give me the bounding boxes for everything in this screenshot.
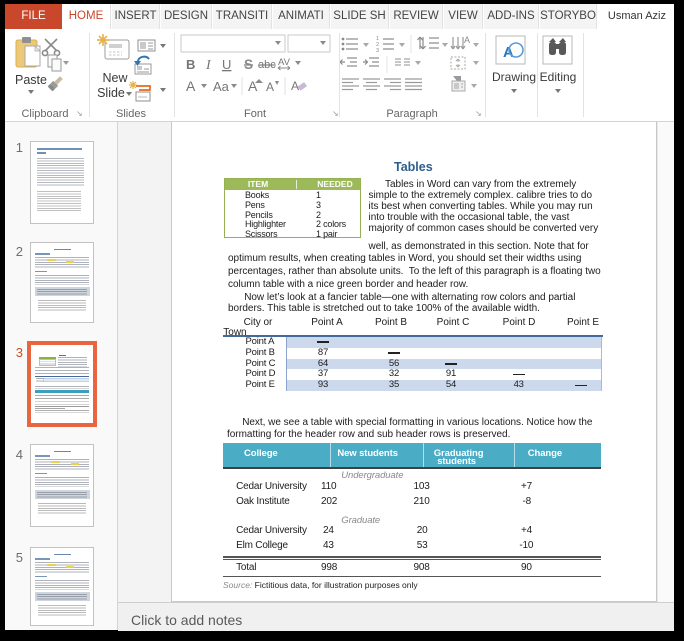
svg-text:Drawing: Drawing: [492, 70, 536, 84]
svg-text:U: U: [222, 57, 231, 72]
svg-text:A: A: [248, 78, 258, 94]
svg-text:A: A: [464, 35, 470, 45]
svg-text:S: S: [244, 57, 253, 72]
svg-text:A: A: [266, 80, 274, 94]
svg-text:Editing: Editing: [540, 70, 577, 84]
svg-text:New: New: [102, 71, 128, 85]
svg-text:A: A: [186, 78, 196, 94]
svg-text:Paste: Paste: [15, 73, 47, 87]
svg-text:A: A: [503, 44, 514, 61]
svg-text:3: 3: [376, 48, 379, 54]
svg-text:Aa: Aa: [213, 79, 230, 94]
svg-text:abc: abc: [258, 59, 276, 71]
svg-text:A: A: [291, 79, 299, 93]
svg-text:Slide: Slide: [97, 86, 125, 100]
svg-text:B: B: [186, 57, 195, 72]
svg-text:I: I: [205, 58, 212, 73]
